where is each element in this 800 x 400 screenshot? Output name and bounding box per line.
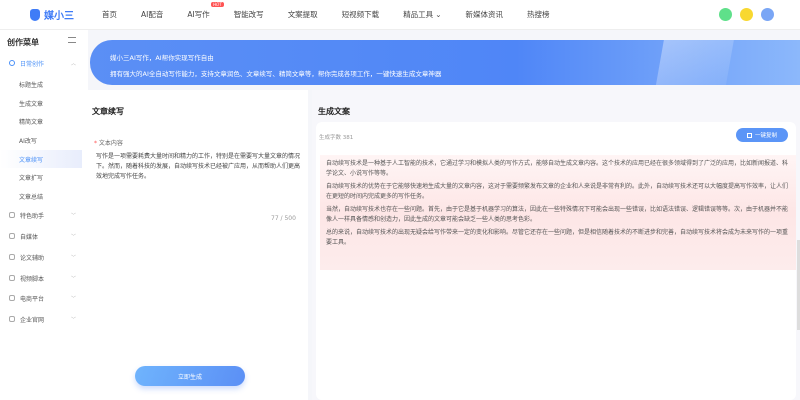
green-app-icon[interactable] — [719, 8, 732, 21]
group-label: 电商平台 — [20, 295, 45, 303]
paragraph: 当然，自动续写技术也存在一些问题。首先，由于它是基于机器学习的算法，因此在一些特… — [326, 206, 789, 223]
logo[interactable]: 媒小三 — [30, 7, 100, 22]
nav-tools-label: 精品工具 — [403, 10, 434, 19]
nav-extract[interactable]: 文案提取 — [288, 9, 318, 20]
word-count: 生成字数 381 — [319, 135, 354, 141]
group-label: 特色助手 — [20, 212, 45, 220]
sidebar-group-daily[interactable]: 日常创作 ︿ — [0, 54, 88, 72]
sidebar-group-enterprise[interactable]: 企业官网 ﹀ — [0, 310, 88, 328]
main-nav: 首页 AI配音 AI写作 HOT 智能改写 文案提取 短视频下载 精品工具 ⌄ 新媒… — [102, 2, 573, 20]
input-panel: 文章续写 * 文本内容 写作是一项需要耗费大量时间和精力的工作，特别是在需要写大… — [88, 90, 308, 400]
logo-text: 媒小三 — [44, 11, 74, 22]
group-label: 企业官网 — [20, 316, 45, 324]
group-label: 视频脚本 — [20, 275, 45, 283]
copy-label: 一键复制 — [754, 133, 777, 139]
output-panel-title: 生成文案 — [318, 107, 350, 116]
nav-ai-dubbing[interactable]: AI配音 — [141, 9, 163, 20]
building-icon — [9, 316, 15, 322]
output-card: 生成字数 381 一键复制 自动续写技术是一种基于人工智能的技术，它通过学习和模… — [316, 122, 796, 400]
nav-tools[interactable]: 精品工具 ⌄ — [403, 9, 441, 20]
hot-badge: HOT — [211, 2, 224, 7]
top-header: 媒小三 首页 AI配音 AI写作 HOT 智能改写 文案提取 短视频下载 精品工具… — [0, 0, 800, 30]
nav-ai-writing[interactable]: AI写作 HOT — [187, 2, 224, 20]
nav-home[interactable]: 首页 — [102, 9, 117, 20]
decorative-cube — [654, 40, 736, 85]
sidebar: 创作菜单 日常创作 ︿ 标题生成 生成文章 精简文章 AI改写 文章续写 文章扩写… — [0, 30, 88, 400]
video-icon — [9, 275, 15, 281]
chevron-down-icon: ﹀ — [70, 275, 76, 282]
document-icon — [9, 254, 15, 260]
paragraph: 自动续写技术是一种基于人工智能的技术，它通过学习和模拟人类的写作方式，能够自动生… — [326, 160, 789, 177]
output-panel: 生成文案 生成字数 381 一键复制 自动续写技术是一种基于人工智能的技术，它通… — [312, 90, 800, 400]
copy-icon — [746, 132, 752, 138]
sidebar-item-title-gen[interactable]: 标题生成 — [0, 75, 88, 93]
paragraph: 自动续写技术的优势在于它能够快速地生成大量的文章内容，这对于需要频繁发布文章的企… — [326, 183, 789, 200]
text-content-input[interactable]: 写作是一项需要耗费大量时间和精力的工作，特别是在需要写大量文章的情况下。然而，随… — [96, 152, 301, 182]
group-label: 日常创作 — [20, 60, 45, 68]
sidebar-group-ecommerce[interactable]: 电商平台 ﹀ — [0, 289, 88, 307]
chevron-down-icon: ﹀ — [70, 316, 76, 323]
nav-ai-writing-label: AI写作 — [187, 10, 210, 19]
sidebar-group-assistant[interactable]: 特色助手 ﹀ — [0, 206, 88, 224]
chevron-down-icon: ﹀ — [70, 212, 76, 219]
sidebar-item-continue[interactable]: 文章续写 — [0, 150, 82, 168]
paragraph: 总的来说，自动续写技术的出现无疑会给写作带来一定的变化和影响。尽管它还存在一些问… — [326, 229, 789, 246]
nav-news[interactable]: 新媒体资讯 — [465, 9, 503, 20]
chevron-up-icon: ︿ — [70, 60, 76, 67]
banner-title: 媒小三AI写作，AI帮你实现写作自由 — [110, 54, 214, 62]
field-label-text: 文本内容 — [98, 140, 123, 147]
generate-button[interactable]: 立即生成 — [135, 366, 245, 386]
sidebar-group-media[interactable]: 自媒体 ﹀ — [0, 227, 88, 245]
assistant-icon — [9, 212, 15, 218]
avatar[interactable] — [761, 8, 774, 21]
nav-rewrite[interactable]: 智能改写 — [234, 9, 264, 20]
group-label: 自媒体 — [20, 233, 39, 241]
char-count: 77 / 500 — [271, 215, 296, 222]
banner-subtitle: 拥有强大的AI全自动写作能力，支持文章润色、文章续写、精简文章等，帮你完成各项工… — [110, 70, 442, 78]
chevron-down-icon: ﹀ — [70, 233, 76, 240]
sidebar-item-expand[interactable]: 文章扩写 — [0, 168, 88, 186]
clock-icon — [9, 60, 15, 66]
sidebar-group-video[interactable]: 视频脚本 ﹀ — [0, 269, 88, 287]
collapse-menu-icon[interactable] — [68, 37, 76, 43]
media-icon — [9, 233, 15, 239]
sidebar-item-simplify[interactable]: 精简文章 — [0, 112, 88, 130]
hero-banner: 媒小三AI写作，AI帮你实现写作自由 拥有强大的AI全自动写作能力，支持文章润色… — [90, 40, 800, 85]
nav-hot[interactable]: 热搜榜 — [527, 9, 550, 20]
chevron-down-icon: ﹀ — [70, 254, 76, 261]
group-label: 论文辅助 — [20, 254, 45, 262]
chevron-down-icon: ⌄ — [435, 10, 442, 19]
shop-icon — [9, 295, 15, 301]
sidebar-item-ai-rewrite[interactable]: AI改写 — [0, 131, 88, 149]
input-panel-title: 文章续写 — [92, 107, 124, 116]
sidebar-item-gen-article[interactable]: 生成文章 — [0, 94, 88, 112]
nav-video-download[interactable]: 短视频下载 — [342, 9, 380, 20]
sidebar-item-summary[interactable]: 文章总结 — [0, 187, 88, 205]
field-label: * 文本内容 — [94, 140, 123, 147]
sidebar-group-paper[interactable]: 论文辅助 ﹀ — [0, 248, 88, 266]
chevron-down-icon: ﹀ — [70, 295, 76, 302]
logo-icon — [30, 8, 40, 21]
generated-text: 自动续写技术是一种基于人工智能的技术，它通过学习和模拟人类的写作方式，能够自动生… — [320, 155, 796, 270]
crown-vip-icon[interactable] — [740, 8, 753, 21]
copy-button[interactable]: 一键复制 — [736, 128, 788, 142]
